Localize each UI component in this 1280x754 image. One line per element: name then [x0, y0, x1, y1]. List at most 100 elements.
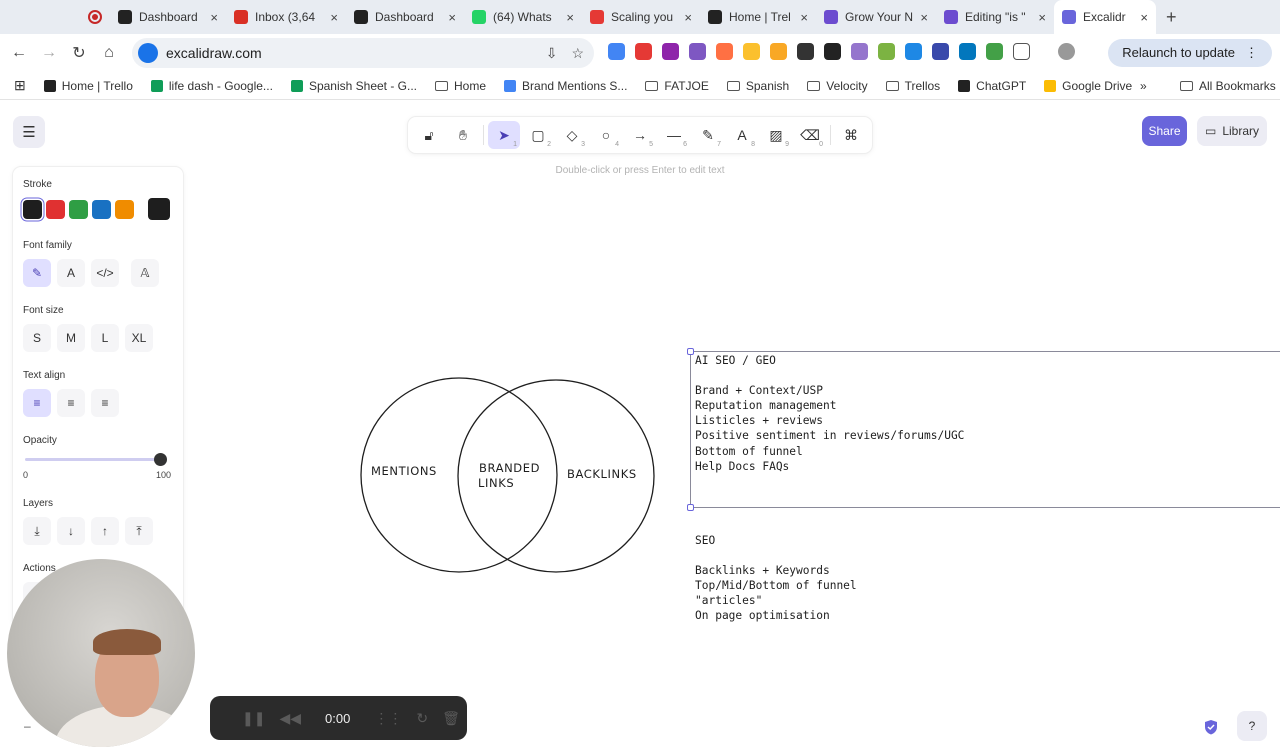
- bring-to-front-icon[interactable]: ⤒: [125, 517, 153, 545]
- close-tab-icon[interactable]: ×: [448, 10, 456, 25]
- extension-icon[interactable]: [635, 43, 652, 60]
- stroke-color-swatch[interactable]: [69, 199, 88, 219]
- all-bookmarks[interactable]: All Bookmarks: [1180, 79, 1276, 93]
- selection-icon[interactable]: ➤ 1: [488, 121, 520, 149]
- bookmark-item[interactable]: Home: [435, 79, 486, 93]
- extension-icon[interactable]: [851, 43, 868, 60]
- help-button[interactable]: ?: [1237, 711, 1267, 741]
- seo-note-text[interactable]: SEO Backlinks + Keywords Top/Mid/Bottom …: [695, 533, 857, 624]
- send-backward-icon[interactable]: ↓: [57, 517, 85, 545]
- recording-icon[interactable]: [88, 10, 102, 24]
- close-tab-icon[interactable]: ×: [1140, 10, 1148, 25]
- address-bar[interactable]: excalidraw.com ⇩ ☆: [132, 38, 594, 68]
- bookmark-item[interactable]: FATJOE: [645, 79, 709, 93]
- opacity-slider[interactable]: [23, 452, 167, 466]
- restart-icon[interactable]: ↻: [416, 710, 428, 727]
- bookmark-item[interactable]: Spanish: [726, 79, 789, 93]
- extension-icon[interactable]: [662, 43, 679, 60]
- font-size-option[interactable]: M: [57, 324, 85, 352]
- browser-tab[interactable]: Dashboard ×: [346, 0, 464, 34]
- extension-icon[interactable]: [878, 43, 895, 60]
- bookmark-item[interactable]: life dash - Google...: [150, 79, 273, 93]
- geo-note-text[interactable]: AI SEO / GEO Brand + Context/USP Reputat…: [695, 353, 964, 474]
- bookmark-item[interactable]: ChatGPT: [958, 79, 1026, 93]
- selection-handle-icon[interactable]: [687, 504, 694, 511]
- bookmark-item[interactable]: Brand Mentions S...: [504, 79, 627, 93]
- extension-icon[interactable]: [824, 43, 841, 60]
- browser-tab[interactable]: Editing "is " ×: [936, 0, 1054, 34]
- font-size-option[interactable]: S: [23, 324, 51, 352]
- close-tab-icon[interactable]: ×: [684, 10, 692, 25]
- more-bookmarks-icon[interactable]: »: [1140, 79, 1147, 93]
- bookmark-item[interactable]: Velocity: [807, 79, 868, 93]
- more-options-icon[interactable]: ⋮: [1245, 45, 1258, 60]
- relaunch-button[interactable]: Relaunch to update ⋮: [1108, 39, 1272, 67]
- main-menu-button[interactable]: ☰: [13, 116, 45, 148]
- rewind-icon[interactable]: ◀◀: [279, 710, 301, 727]
- extension-icon[interactable]: [905, 43, 922, 60]
- close-tab-icon[interactable]: ×: [210, 10, 218, 25]
- rectangle-icon[interactable]: ▢ 2: [522, 121, 554, 149]
- apps-grid-icon[interactable]: ⊞: [14, 77, 26, 94]
- bring-forward-icon[interactable]: ↑: [91, 517, 119, 545]
- bookmark-item[interactable]: Home | Trello: [43, 79, 133, 93]
- align-center-icon[interactable]: ≡: [57, 389, 85, 417]
- venn-diagram[interactable]: MENTIONS BRANDED LINKS BACKLINKS: [355, 371, 665, 581]
- bookmark-star-icon[interactable]: ☆: [571, 45, 584, 62]
- close-tab-icon[interactable]: ×: [800, 10, 808, 25]
- close-tab-icon[interactable]: ×: [566, 10, 574, 25]
- extension-icon[interactable]: [986, 43, 1003, 60]
- align-left-icon[interactable]: ≡: [23, 389, 51, 417]
- browser-tab[interactable]: Grow Your N ×: [816, 0, 936, 34]
- line-icon[interactable]: —6: [658, 121, 690, 149]
- stroke-color-swatch[interactable]: [23, 199, 42, 219]
- stroke-color-swatch[interactable]: [46, 199, 65, 219]
- close-tab-icon[interactable]: ×: [920, 10, 928, 25]
- font-picker-icon[interactable]: 𝔸: [131, 259, 159, 287]
- text-icon[interactable]: A8: [726, 121, 758, 149]
- browser-tab[interactable]: Home | Trel ×: [700, 0, 816, 34]
- selection-handle-icon[interactable]: [687, 348, 694, 355]
- close-tab-icon[interactable]: ×: [330, 10, 338, 25]
- shield-icon[interactable]: [1203, 719, 1219, 735]
- zoom-out-icon[interactable]: –: [24, 719, 31, 733]
- pause-icon[interactable]: ❚❚: [242, 710, 265, 727]
- ellipse-icon[interactable]: ○ 4: [590, 121, 622, 149]
- profile-avatar-icon[interactable]: [1058, 43, 1075, 60]
- image-icon[interactable]: ▨ 9: [760, 121, 792, 149]
- arrow-icon[interactable]: → 5: [624, 121, 656, 149]
- opacity-knob[interactable]: [154, 453, 167, 466]
- font-size-option[interactable]: L: [91, 324, 119, 352]
- extension-icon[interactable]: [716, 43, 733, 60]
- extension-icon[interactable]: [743, 43, 760, 60]
- extension-icon[interactable]: [797, 43, 814, 60]
- font-size-option[interactable]: XL: [125, 324, 153, 352]
- browser-tab[interactable]: Excalidr ×: [1054, 0, 1156, 34]
- stroke-color-swatch[interactable]: [92, 199, 111, 219]
- browser-tab[interactable]: Inbox (3,64 ×: [226, 0, 346, 34]
- shapes-icon[interactable]: ⌘: [835, 121, 867, 149]
- extension-icon[interactable]: [770, 43, 787, 60]
- new-tab-icon[interactable]: +: [1166, 7, 1177, 28]
- site-info-icon[interactable]: [138, 43, 158, 63]
- library-button[interactable]: ▭ Library: [1197, 116, 1267, 146]
- back-icon[interactable]: ←: [4, 44, 34, 62]
- send-to-back-icon[interactable]: ⤓: [23, 517, 51, 545]
- reload-icon[interactable]: ↻: [64, 43, 94, 63]
- stroke-color-swatch[interactable]: [115, 199, 134, 219]
- extension-icon[interactable]: [689, 43, 706, 60]
- font-hand-drawn-icon[interactable]: ✎: [23, 259, 51, 287]
- install-app-icon[interactable]: ⇩: [546, 45, 558, 62]
- extension-icon[interactable]: [959, 43, 976, 60]
- bookmark-item[interactable]: Google Drive: [1044, 79, 1132, 93]
- trash-icon[interactable]: 🗑︎: [442, 710, 460, 727]
- align-right-icon[interactable]: ≡: [91, 389, 119, 417]
- browser-tab[interactable]: Dashboard ×: [110, 0, 226, 34]
- lock-icon[interactable]: 🔓︎: [413, 121, 445, 149]
- bookmark-item[interactable]: Spanish Sheet - G...: [290, 79, 417, 93]
- current-stroke-swatch[interactable]: [148, 198, 170, 220]
- diamond-icon[interactable]: ◇ 3: [556, 121, 588, 149]
- hand-icon[interactable]: ✋︎: [447, 121, 479, 149]
- extension-icon[interactable]: [932, 43, 949, 60]
- home-icon[interactable]: ⌂: [94, 44, 124, 62]
